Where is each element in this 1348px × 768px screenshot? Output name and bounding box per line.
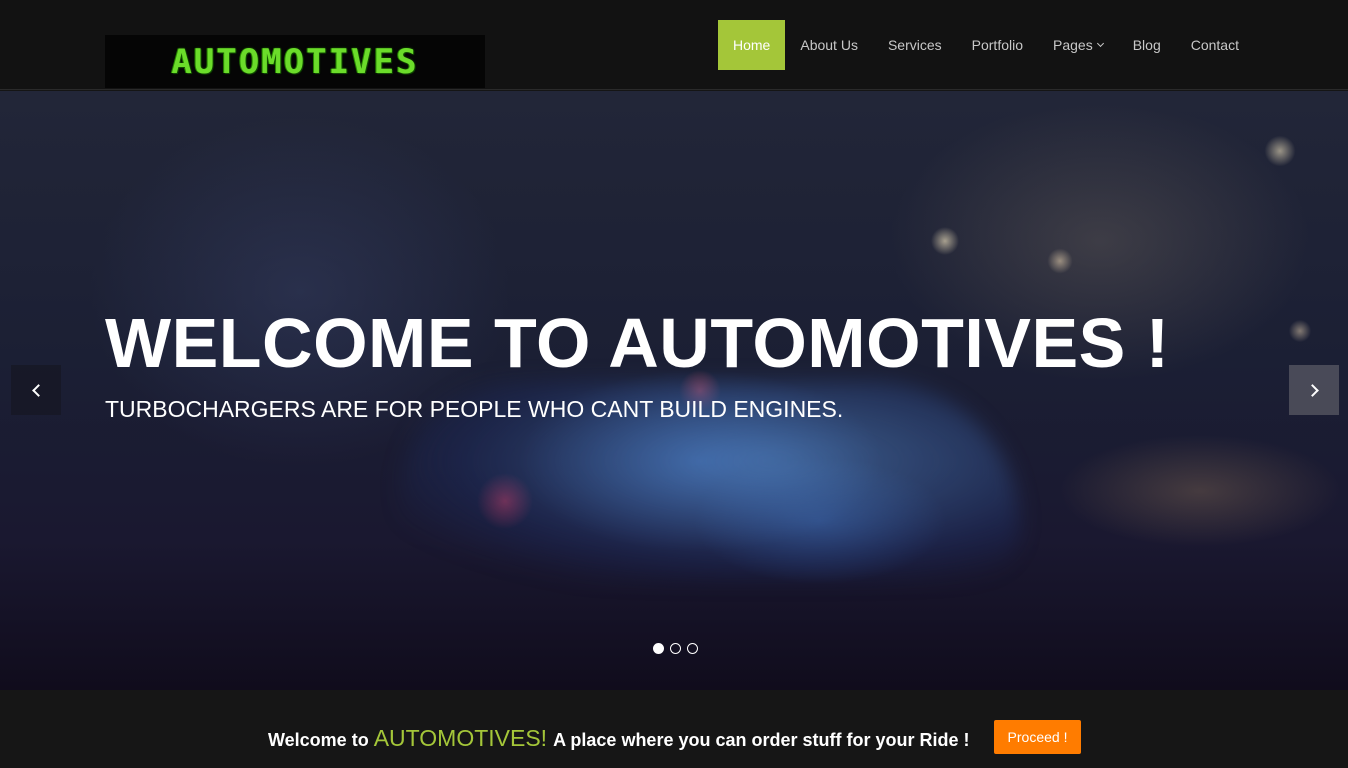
slider-dot-2[interactable] <box>670 643 681 654</box>
nav-label-about-us: About Us <box>800 37 858 53</box>
chevron-left-icon <box>31 383 45 397</box>
main-nav: Home About Us Services Portfolio Pages B… <box>718 20 1254 70</box>
slider-prev-button[interactable] <box>11 365 61 415</box>
nav-label-pages: Pages <box>1053 37 1093 53</box>
welcome-suffix: A place where you can order stuff for yo… <box>553 730 970 750</box>
nav-label-portfolio: Portfolio <box>971 37 1023 53</box>
nav-item-portfolio[interactable]: Portfolio <box>957 20 1038 70</box>
hero-title: WELCOME TO AUTOMOTIVES ! <box>105 304 1170 382</box>
nav-item-blog[interactable]: Blog <box>1118 20 1176 70</box>
nav-label-contact: Contact <box>1190 37 1239 53</box>
nav-item-contact[interactable]: Contact <box>1176 20 1254 70</box>
chevron-right-icon <box>1305 383 1319 397</box>
chevron-down-icon <box>1096 39 1104 47</box>
slider-indicators <box>653 643 698 654</box>
welcome-brand: AUTOMOTIVES! <box>373 725 548 751</box>
proceed-button[interactable]: Proceed ! <box>994 720 1081 754</box>
hero-subtitle: TURBOCHARGERS ARE FOR PEOPLE WHO CANT BU… <box>105 396 844 422</box>
logo-text: AUTOMOTIVES <box>171 41 419 82</box>
site-logo[interactable]: AUTOMOTIVES <box>105 35 485 88</box>
nav-label-blog: Blog <box>1132 37 1161 53</box>
nav-item-about-us[interactable]: About Us <box>785 20 873 70</box>
nav-item-pages[interactable]: Pages <box>1038 20 1118 70</box>
slider-next-button[interactable] <box>1289 365 1339 415</box>
nav-label-home: Home <box>733 37 771 53</box>
slider-dot-3[interactable] <box>687 643 698 654</box>
slider-dot-1[interactable] <box>653 643 664 654</box>
hero-slider <box>0 91 1348 690</box>
nav-item-home[interactable]: Home <box>718 20 786 70</box>
welcome-message: Welcome to AUTOMOTIVES! A place where yo… <box>268 725 970 752</box>
welcome-prefix: Welcome to <box>268 730 369 750</box>
nav-label-services: Services <box>887 37 942 53</box>
nav-item-services[interactable]: Services <box>873 20 957 70</box>
site-header: AUTOMOTIVES Home About Us Services Portf… <box>0 0 1348 90</box>
